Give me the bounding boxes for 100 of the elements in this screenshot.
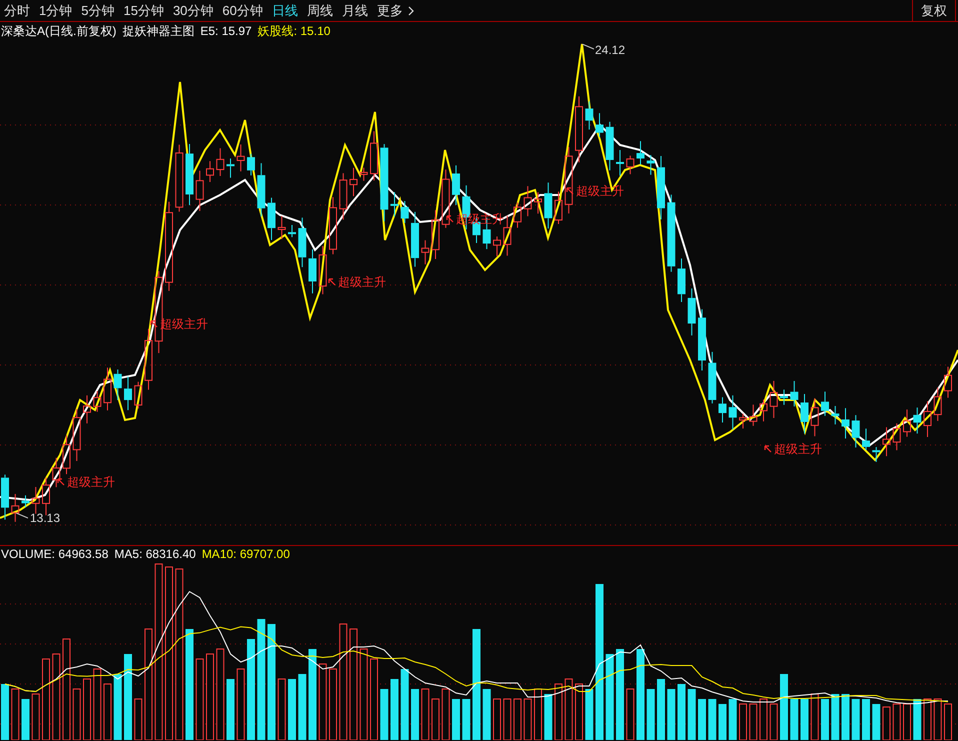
candlestick xyxy=(626,155,634,175)
candlestick xyxy=(852,414,860,448)
arrow-icon xyxy=(446,215,454,223)
candlestick xyxy=(728,394,737,430)
candlestick xyxy=(400,200,409,224)
signal-label: 超级主升 xyxy=(576,185,624,197)
leader-line xyxy=(582,44,594,50)
candlestick xyxy=(1,474,9,520)
candlestick xyxy=(144,328,152,390)
candlestick xyxy=(350,167,358,197)
volume-bar xyxy=(575,684,583,740)
volume-bar xyxy=(913,699,922,740)
candlestick xyxy=(308,248,316,294)
timeframe-tab[interactable]: 60分钟 xyxy=(222,0,263,20)
candlestick xyxy=(862,428,870,451)
volume-bar xyxy=(862,699,870,740)
adjust-button[interactable]: 复权 xyxy=(912,0,956,22)
volume-bar xyxy=(278,678,286,740)
timeframe-tab[interactable]: 日线 xyxy=(272,0,298,20)
volume-bar xyxy=(432,698,440,740)
volume-bar xyxy=(892,704,901,740)
volume-bar xyxy=(544,694,552,740)
timeframe-tab[interactable]: 30分钟 xyxy=(172,0,214,20)
arrow-icon xyxy=(57,478,65,486)
volume-bar xyxy=(93,668,102,740)
candlestick xyxy=(390,192,398,218)
volume-bar xyxy=(749,704,758,740)
volume-bar xyxy=(400,669,409,740)
volume-bar xyxy=(514,698,522,740)
candlestick xyxy=(524,186,532,217)
candlestick xyxy=(790,380,798,407)
candlestick xyxy=(944,366,952,398)
volume-bar xyxy=(924,698,932,740)
timeframe-tab[interactable]: 分时 xyxy=(4,0,30,20)
chart-legend-text: 捉妖神器主图 xyxy=(122,23,194,40)
volume-bar xyxy=(872,704,880,740)
candlestick xyxy=(678,258,686,303)
volume-bar xyxy=(626,688,634,740)
timeframe-tab[interactable]: 15分钟 xyxy=(123,0,164,20)
volume-bar xyxy=(452,699,460,740)
candlestick xyxy=(288,224,296,238)
candlestick xyxy=(903,409,911,438)
chart-legend-text: E5: 15.97 xyxy=(200,23,252,40)
candlestick xyxy=(52,457,60,488)
volume-bar xyxy=(698,699,706,740)
volume-bar xyxy=(688,689,696,740)
volume-bar xyxy=(554,684,562,740)
candlestick xyxy=(32,486,40,514)
volume-bar xyxy=(329,668,337,740)
signal-label: 超级主升 xyxy=(338,276,386,288)
volume-bar xyxy=(22,699,30,740)
volume-legend-text: VOLUME: 64963.58 xyxy=(1,546,108,562)
volume-bar xyxy=(800,699,808,740)
volume-bar xyxy=(657,679,665,740)
candlestick xyxy=(360,167,368,182)
candlestick xyxy=(924,400,932,438)
arrow-icon xyxy=(764,445,772,453)
candlestick xyxy=(175,144,184,212)
candlestick xyxy=(298,217,306,268)
candlestick xyxy=(534,192,542,214)
candlestick xyxy=(83,394,91,424)
volume-bar xyxy=(288,679,296,740)
timeframe-tab[interactable]: 5分钟 xyxy=(81,0,114,20)
volume-bar xyxy=(585,689,594,740)
timeframe-tab[interactable]: 月线 xyxy=(342,0,368,20)
candlestick xyxy=(544,182,552,230)
candlestick xyxy=(657,156,665,220)
volume-bar xyxy=(810,694,819,740)
volume-bar xyxy=(564,678,573,740)
volume-bar xyxy=(718,704,726,740)
volume-bar xyxy=(739,704,747,740)
volume-bar xyxy=(236,668,245,740)
candlestick xyxy=(514,202,522,228)
timeframe-tab[interactable]: 1分钟 xyxy=(39,0,72,20)
candlestick xyxy=(606,121,614,171)
volume-bar xyxy=(1,684,9,740)
timeframe-tab[interactable]: 周线 xyxy=(306,0,333,20)
volume-bar xyxy=(421,688,430,740)
volume-bar xyxy=(298,674,306,740)
candlestick xyxy=(72,408,81,462)
more-button[interactable]: 更多 xyxy=(376,0,414,20)
candlestick xyxy=(780,389,788,406)
arrow-icon xyxy=(328,278,336,286)
volume-bar xyxy=(83,678,91,740)
candlestick xyxy=(564,146,573,214)
volume-bar xyxy=(790,699,798,740)
candlestick xyxy=(247,153,255,176)
signal-label: 超级主升 xyxy=(774,443,822,455)
candlestick xyxy=(575,96,583,163)
candlestick xyxy=(62,434,70,475)
volume-bar xyxy=(852,699,860,740)
volume-bar xyxy=(842,694,850,740)
arrow-icon xyxy=(150,320,158,328)
candlestick xyxy=(739,413,747,430)
candlestick xyxy=(596,112,604,138)
volume-bar xyxy=(821,699,829,740)
candlestick xyxy=(452,164,460,206)
candlestick xyxy=(278,216,286,240)
volume-bar xyxy=(678,684,686,740)
chart-legend-text: 深桑达A(日线.前复权) xyxy=(1,23,116,40)
